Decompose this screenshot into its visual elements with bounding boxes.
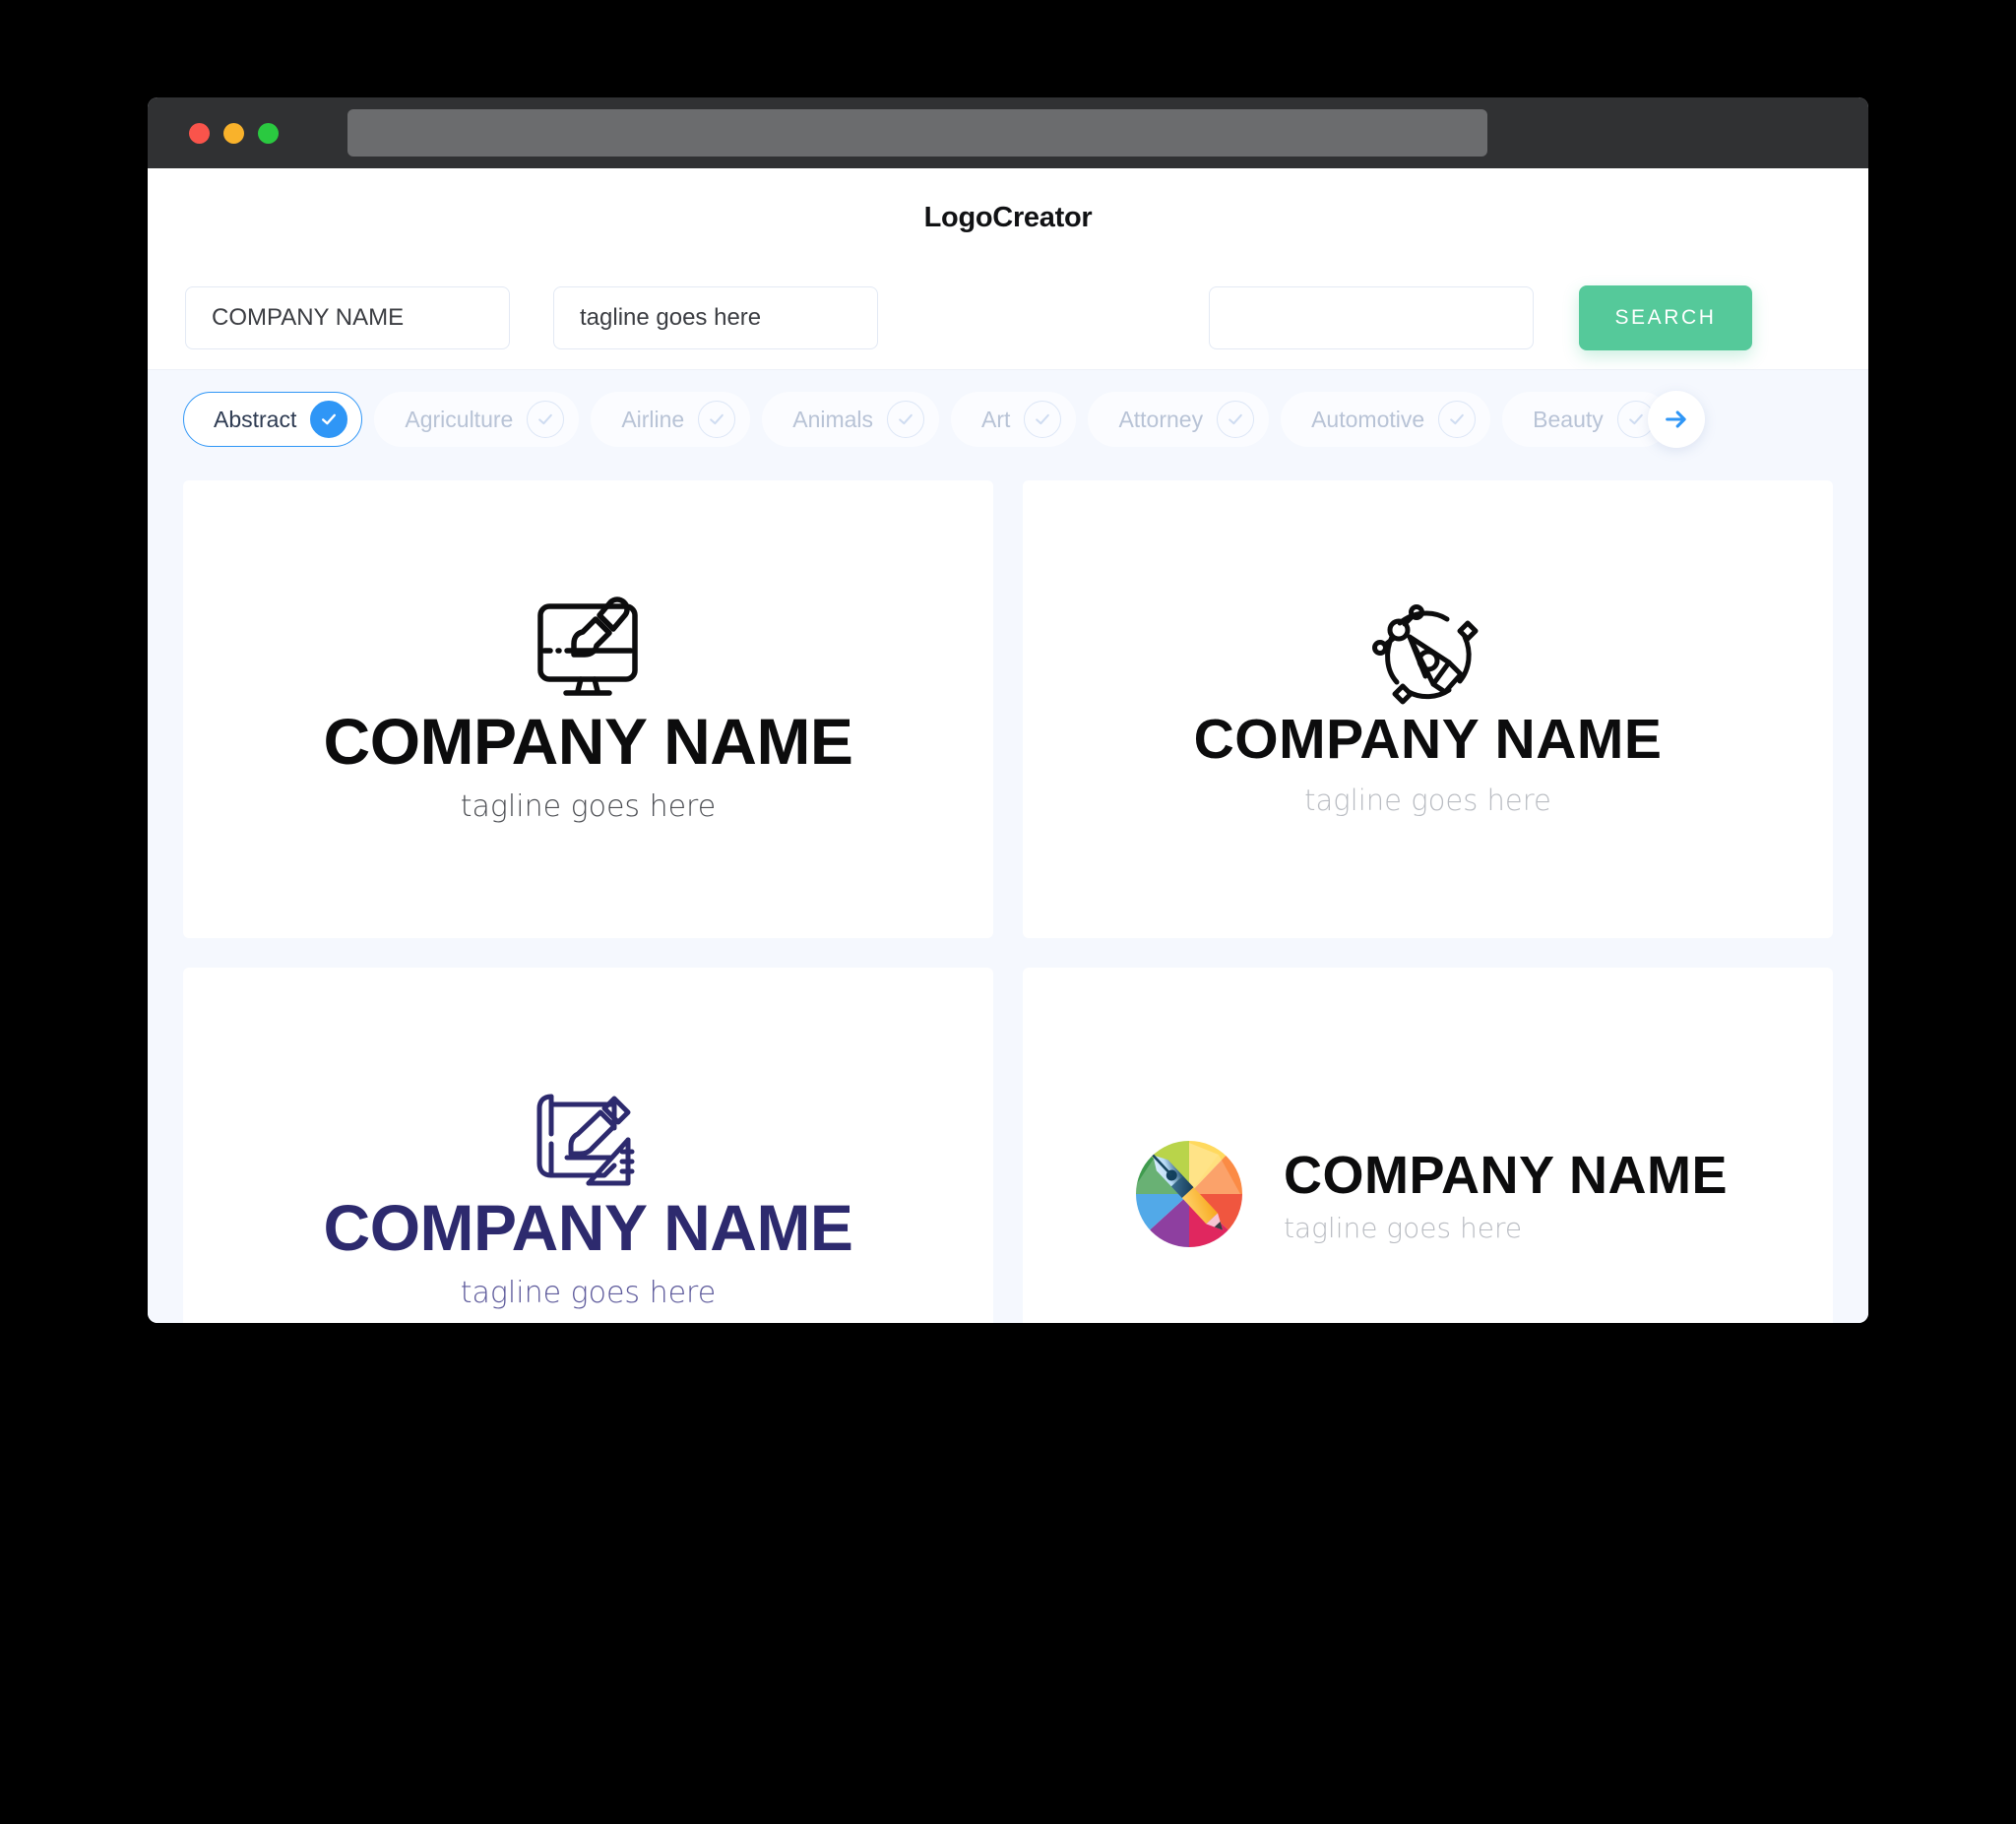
- check-circle-icon: [887, 401, 925, 438]
- check-circle-icon: [1024, 401, 1062, 438]
- tagline-input[interactable]: [553, 286, 878, 349]
- category-filter-row: Abstract Agriculture Airline Animals Art: [148, 370, 1868, 469]
- category-chip-label: Beauty: [1533, 406, 1604, 432]
- app-title: LogoCreator: [923, 201, 1093, 233]
- maximize-window-button[interactable]: [258, 122, 279, 144]
- browser-window: LogoCreator SEARCH Abstract Agriculture …: [148, 97, 1868, 1323]
- check-circle-icon: [1438, 401, 1477, 438]
- traffic-light-buttons: [189, 122, 279, 144]
- check-circle-icon: [527, 401, 565, 438]
- logo-tagline: tagline goes here: [460, 789, 717, 824]
- logo-company-name: COMPANY NAME: [1283, 1146, 1729, 1205]
- category-chip-label: Art: [981, 406, 1011, 432]
- pen-nib-vector-icon: [1194, 601, 1663, 706]
- logo-card[interactable]: COMPANY NAME tagline goes here: [183, 480, 993, 938]
- color-wheel-pen-pencil-icon: [1128, 1133, 1250, 1255]
- category-chip-label: Airline: [621, 406, 685, 432]
- browser-url-bar[interactable]: [347, 109, 1487, 157]
- category-chip-animals[interactable]: Animals: [762, 392, 940, 447]
- logo-company-name: COMPANY NAME: [323, 1191, 853, 1264]
- category-chip-airline[interactable]: Airline: [591, 392, 751, 447]
- category-chip-label: Animals: [792, 406, 874, 432]
- category-chip-attorney[interactable]: Attorney: [1088, 392, 1270, 447]
- category-chip-label: Abstract: [214, 406, 297, 432]
- category-chip-label: Agriculture: [405, 406, 514, 432]
- logo-results-grid: COMPANY NAME tagline goes here COMPANY N…: [148, 469, 1868, 1323]
- category-chip-beauty[interactable]: Beauty: [1502, 392, 1670, 447]
- monitor-paintbrush-icon: [324, 595, 853, 703]
- close-window-button[interactable]: [189, 122, 210, 144]
- logo-company-name: COMPANY NAME: [323, 705, 853, 778]
- logo-tagline: tagline goes here: [1304, 784, 1551, 817]
- check-circle-icon: [1217, 401, 1255, 438]
- logo-tagline: tagline goes here: [1283, 1212, 1523, 1244]
- category-chip-label: Attorney: [1118, 406, 1204, 432]
- category-chip-agriculture[interactable]: Agriculture: [374, 392, 580, 447]
- logo-card[interactable]: COMPANY NAME tagline goes here: [1023, 480, 1833, 938]
- arrow-right-icon[interactable]: [1647, 391, 1705, 448]
- check-circle-icon: [310, 401, 348, 438]
- logo-card[interactable]: COMPANY NAME tagline goes here: [183, 968, 993, 1323]
- blueprint-pencil-ruler-icon: [324, 1083, 853, 1189]
- keyword-input[interactable]: [1209, 286, 1534, 349]
- category-chip-abstract[interactable]: Abstract: [183, 392, 363, 447]
- category-chip-label: Automotive: [1311, 406, 1425, 432]
- search-button[interactable]: SEARCH: [1579, 285, 1752, 350]
- logo-company-name: COMPANY NAME: [1193, 708, 1663, 771]
- logo-card[interactable]: COMPANY NAME tagline goes here: [1023, 968, 1833, 1323]
- minimize-window-button[interactable]: [223, 122, 244, 144]
- check-circle-icon: [698, 401, 736, 438]
- category-chip-automotive[interactable]: Automotive: [1281, 392, 1491, 447]
- category-chip-art[interactable]: Art: [951, 392, 1077, 447]
- browser-titlebar: [148, 97, 1868, 168]
- logo-tagline: tagline goes here: [460, 1276, 717, 1310]
- app-header: LogoCreator: [148, 168, 1868, 267]
- search-bar: SEARCH: [148, 267, 1868, 370]
- company-name-input[interactable]: [185, 286, 510, 349]
